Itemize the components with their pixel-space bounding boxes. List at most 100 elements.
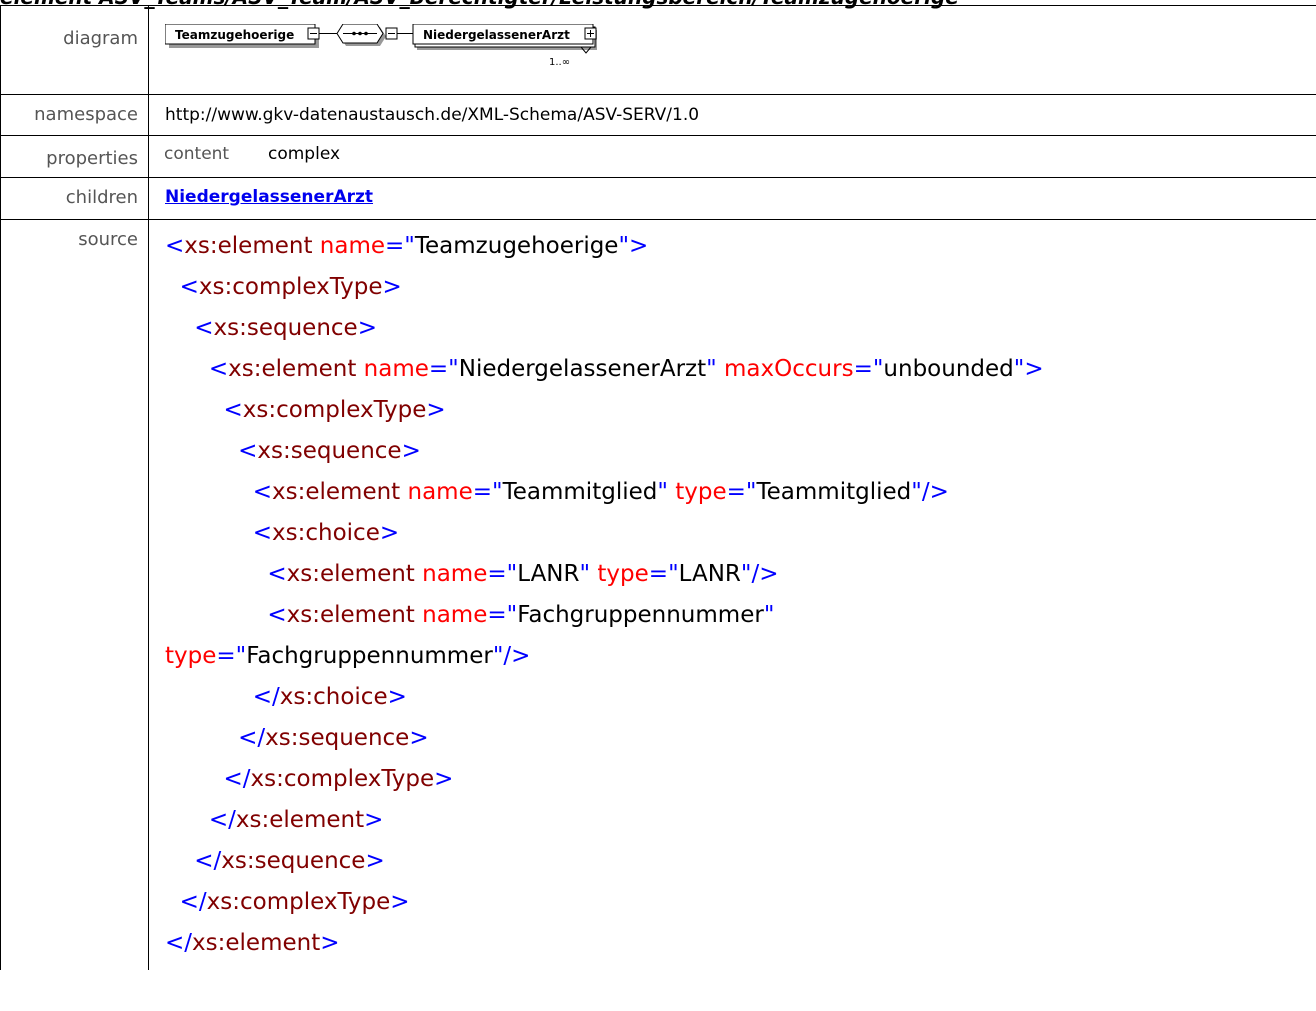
property-key: content [164,144,230,164]
source-line: <xs:element name="Teamzugehoerige"> [165,226,1316,267]
row-label-properties: properties [0,135,149,178]
source-token: Teamzugehoerige [414,233,619,259]
source-token: xs:element [272,479,401,505]
source-token [165,356,209,382]
source-token: xs:sequence [213,315,358,341]
source-token: < [223,397,243,423]
source-token: =" [487,602,518,628]
source-token: xs:element [235,807,365,833]
source-line: <xs:element name="NiedergelassenerArzt" … [165,349,1316,390]
source-token [165,766,224,792]
source-token: < [194,315,214,341]
diagram-cell: Teamzugehoerige NiedergelassenerArzt 1..… [148,5,1316,95]
source-token: =" [648,561,679,587]
source-token: xs:choice [272,520,380,546]
source-token: " [657,479,668,505]
source-line: <xs:choice> [165,513,1316,554]
source-token: =" [428,356,459,382]
source-token: </ [223,766,251,792]
source-token: </ [179,889,207,915]
source-token: > [379,520,400,546]
source-token: " [706,356,717,382]
source-token: LANR [517,561,580,587]
source-token [165,479,253,505]
source-token [165,602,267,628]
diagram-svg: Teamzugehoerige NiedergelassenerArzt 1..… [165,24,597,68]
source-token [165,848,194,874]
row-children: children NiedergelassenerArzt [0,177,1316,220]
source-token: < [252,479,273,505]
source-token: name [363,356,429,382]
source-line: </xs:sequence> [165,841,1316,882]
source-token [165,315,194,341]
source-line: </xs:element> [165,923,1316,964]
source-token [165,520,253,546]
source-token: > [365,848,385,874]
source-token: " [763,602,775,628]
source-token: xs:complexType [206,889,391,915]
source-token: Teammitglied [756,479,912,505]
row-label-children: children [0,177,149,220]
source-token: xs:complexType [198,274,383,300]
source-token: "> [618,233,649,259]
source-token: xs:element [286,561,415,587]
row-label-source: source [0,219,149,970]
source-token: > [364,807,384,833]
source-token: =" [216,643,247,669]
source-line: </xs:complexType> [165,882,1316,923]
source-line: <xs:complexType> [165,390,1316,431]
source-cell: <xs:element name="Teamzugehoerige"> <xs:… [148,219,1316,970]
source-token: LANR [678,561,741,587]
source-token: =" [487,561,518,587]
sequence-compositor-icon [336,24,386,46]
source-token [717,356,724,382]
source-token [165,274,180,300]
source-token [165,561,267,587]
source-token: Fachgruppennummer [517,602,764,628]
root-element-label: Teamzugehoerige [175,28,294,42]
occurrence-label: 1..∞ [549,57,570,68]
source-line: <xs:element name="Teammitglied" type="Te… [165,472,1316,513]
source-token: type [597,561,649,587]
row-properties: properties content complex [0,135,1316,178]
source-token: > [409,725,429,751]
property-content: content complex [149,136,1316,164]
namespace-value: http://www.gkv-datenaustausch.de/XML-Sch… [165,105,700,125]
source-token: > [357,315,377,341]
source-line: <xs:sequence> [165,431,1316,472]
source-token [165,725,238,751]
source-token: > [320,930,340,956]
source-line: </xs:choice> [165,677,1316,718]
source-token: =" [385,233,415,259]
source-token: > [426,397,446,423]
source-token: xs:choice [279,684,388,710]
source-token: unbounded [883,356,1014,382]
property-value: complex [268,144,341,164]
child-link-niedergelassenerarzt[interactable]: NiedergelassenerArzt [165,187,373,207]
source-token: xs:element [286,602,415,628]
source-line: </xs:element> [165,800,1316,841]
source-token [165,684,253,710]
source-token: xs:complexType [250,766,435,792]
source-token: < [267,602,287,628]
source-token: NiedergelassenerArzt [458,356,707,382]
source-token: > [387,684,407,710]
documentation-page: element ASV_Teams/ASV_Team/ASV_Berechtig… [0,0,1316,1011]
source-line: <xs:element name="LANR" type="LANR"/> [165,554,1316,595]
source-line: <xs:element name="Fachgruppennummer" [165,595,1316,636]
source-token: > [434,766,454,792]
source-token [165,397,224,423]
source-token: " [579,561,591,587]
row-label-diagram: diagram [0,5,149,95]
source-token: < [267,561,287,587]
source-line: type="Fachgruppennummer"/> [165,636,1316,677]
properties-cell: content complex [148,135,1316,178]
source-token: < [179,274,199,300]
source-token: xs:element [192,930,321,956]
source-line: </xs:complexType> [165,759,1316,800]
source-token: Fachgruppennummer [246,643,493,669]
source-token: Teammitglied [502,479,658,505]
source-token: "> [1013,356,1044,382]
source-token: xs:element [184,233,313,259]
row-namespace: namespace http://www.gkv-datenaustausch.… [0,94,1316,136]
